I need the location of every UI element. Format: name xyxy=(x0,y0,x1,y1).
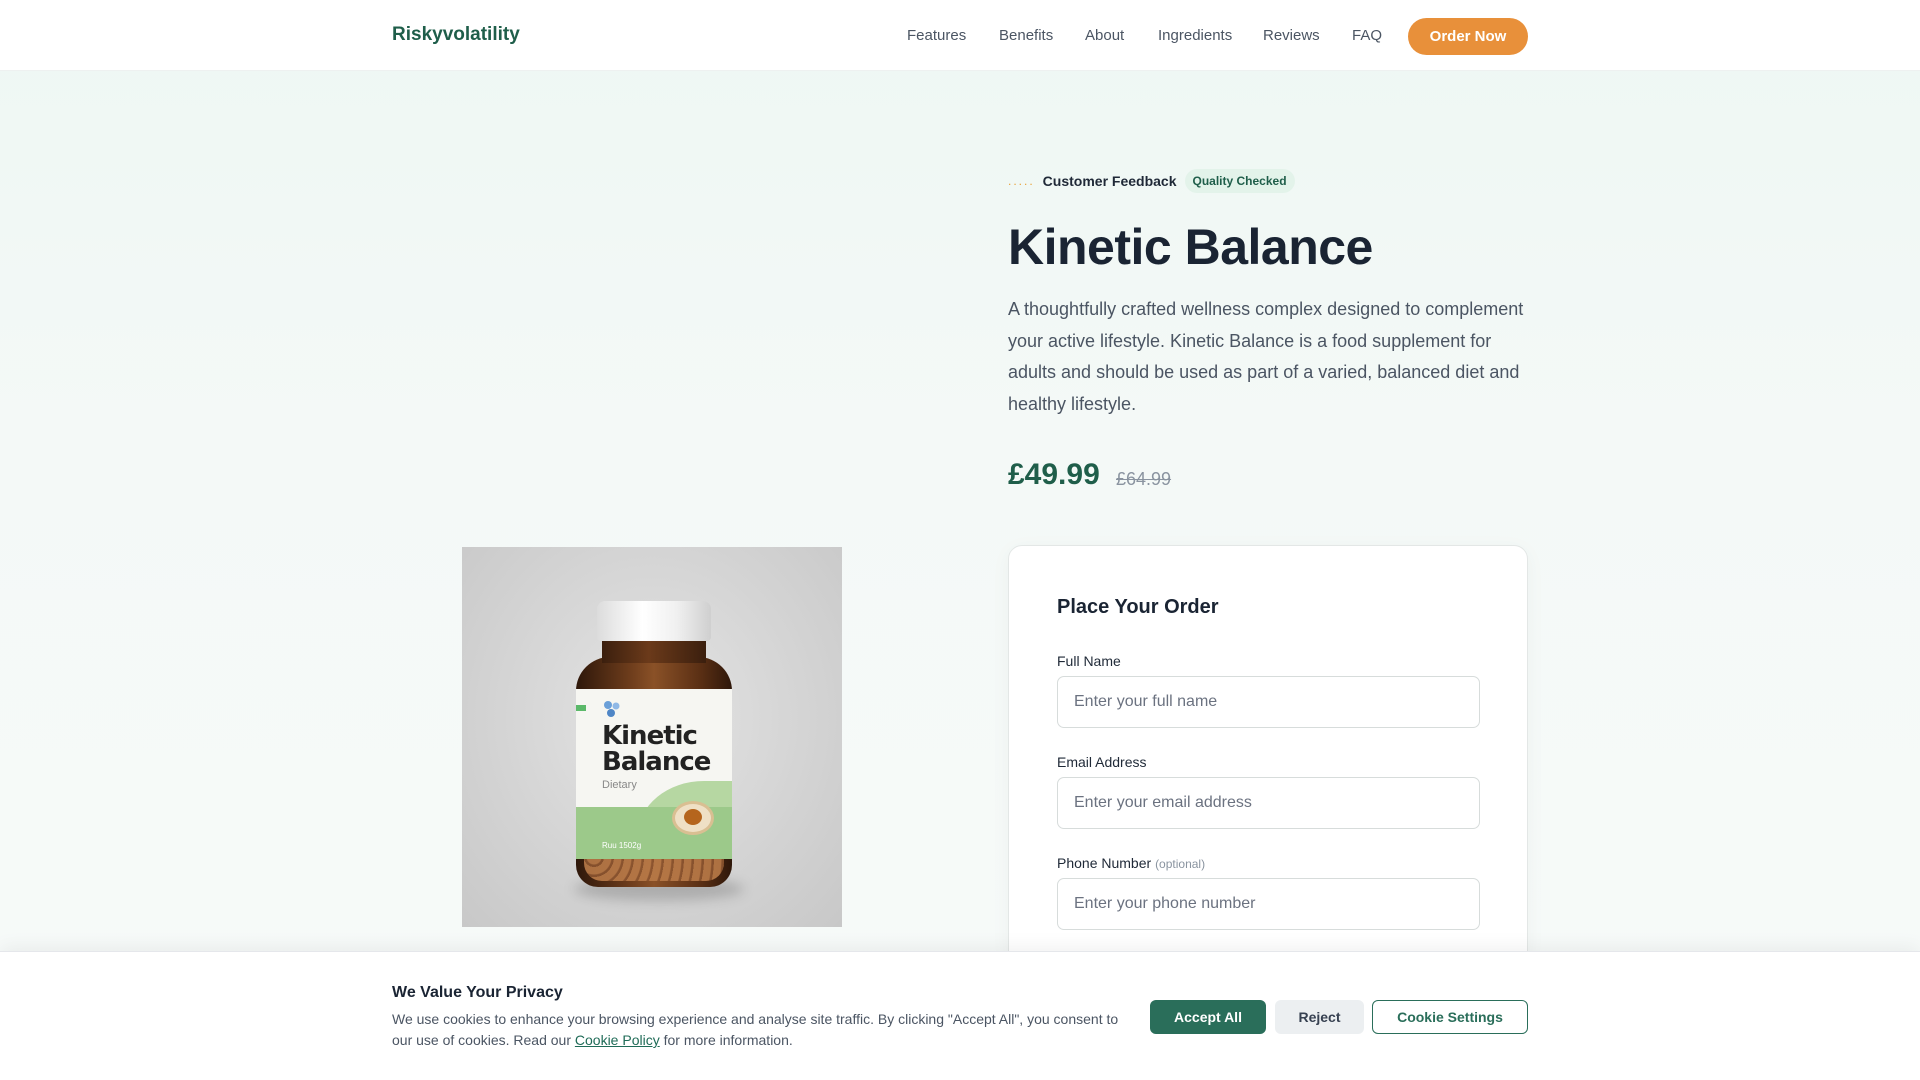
optional-tag: (optional) xyxy=(1155,857,1206,871)
rating-row: ..... Customer Feedback Quality Checked xyxy=(1008,168,1295,194)
quality-checked-badge: Quality Checked xyxy=(1184,169,1295,193)
nav-link-ingredients[interactable]: Ingredients xyxy=(1158,27,1232,44)
accept-all-button[interactable]: Accept All xyxy=(1150,1000,1266,1034)
current-price: £49.99 xyxy=(1008,458,1100,491)
bottle-neck xyxy=(602,639,706,663)
label-product-name: Kinetic Balance xyxy=(602,723,732,775)
order-now-button[interactable]: Order Now xyxy=(1408,18,1528,55)
product-image: Kinetic Balance Dietary Ruu 1502g xyxy=(462,547,842,927)
star-rating-icon: ..... xyxy=(1008,174,1035,188)
full-name-input[interactable] xyxy=(1057,676,1480,728)
cookie-consent-banner: We Value Your Privacy We use cookies to … xyxy=(0,951,1920,1080)
reject-button[interactable]: Reject xyxy=(1275,1000,1364,1034)
email-input[interactable] xyxy=(1057,777,1480,829)
customer-feedback-label: Customer Feedback xyxy=(1042,173,1177,189)
nav-link-benefits[interactable]: Benefits xyxy=(999,27,1053,44)
bottle-cap xyxy=(597,601,711,641)
full-name-label: Full Name xyxy=(1057,653,1121,669)
phone-label-group: Phone Number (optional) xyxy=(1057,855,1205,871)
label-net-weight: Ruu 1502g xyxy=(602,841,642,850)
product-title: Kinetic Balance xyxy=(1008,219,1373,275)
top-navbar: Riskyvolatility Features Benefits About … xyxy=(0,0,1920,71)
brand-logo[interactable]: Riskyvolatility xyxy=(392,24,520,46)
phone-input[interactable] xyxy=(1057,878,1480,930)
nav-link-faq[interactable]: FAQ xyxy=(1352,27,1382,44)
original-price: £64.99 xyxy=(1116,469,1172,489)
cookie-settings-button[interactable]: Cookie Settings xyxy=(1372,1000,1528,1034)
phone-label: Phone Number xyxy=(1057,855,1152,871)
cookie-banner-text: We use cookies to enhance your browsing … xyxy=(392,1009,1122,1051)
label-subtitle: Dietary xyxy=(602,779,637,791)
nav-link-about[interactable]: About xyxy=(1085,27,1124,44)
cookie-policy-link[interactable]: Cookie Policy xyxy=(575,1032,660,1048)
label-tab xyxy=(576,705,586,711)
cookie-banner-title: We Value Your Privacy xyxy=(392,984,563,1001)
email-label: Email Address xyxy=(1057,754,1147,770)
nav-link-features[interactable]: Features xyxy=(907,27,966,44)
order-form-title: Place Your Order xyxy=(1057,596,1219,618)
label-title-line1: Kinetic xyxy=(602,721,698,751)
bottle-label: Kinetic Balance Dietary Ruu 1502g xyxy=(576,689,732,859)
label-title-line2: Balance xyxy=(602,747,711,777)
cookie-text-after: for more information. xyxy=(659,1032,793,1048)
nav-link-reviews[interactable]: Reviews xyxy=(1263,27,1320,44)
product-description: A thoughtfully crafted wellness complex … xyxy=(1008,299,1524,414)
order-form: Place Your Order Full Name Email Address… xyxy=(1008,545,1528,965)
molecule-logo-icon xyxy=(604,701,620,717)
label-nut-core xyxy=(684,809,702,825)
